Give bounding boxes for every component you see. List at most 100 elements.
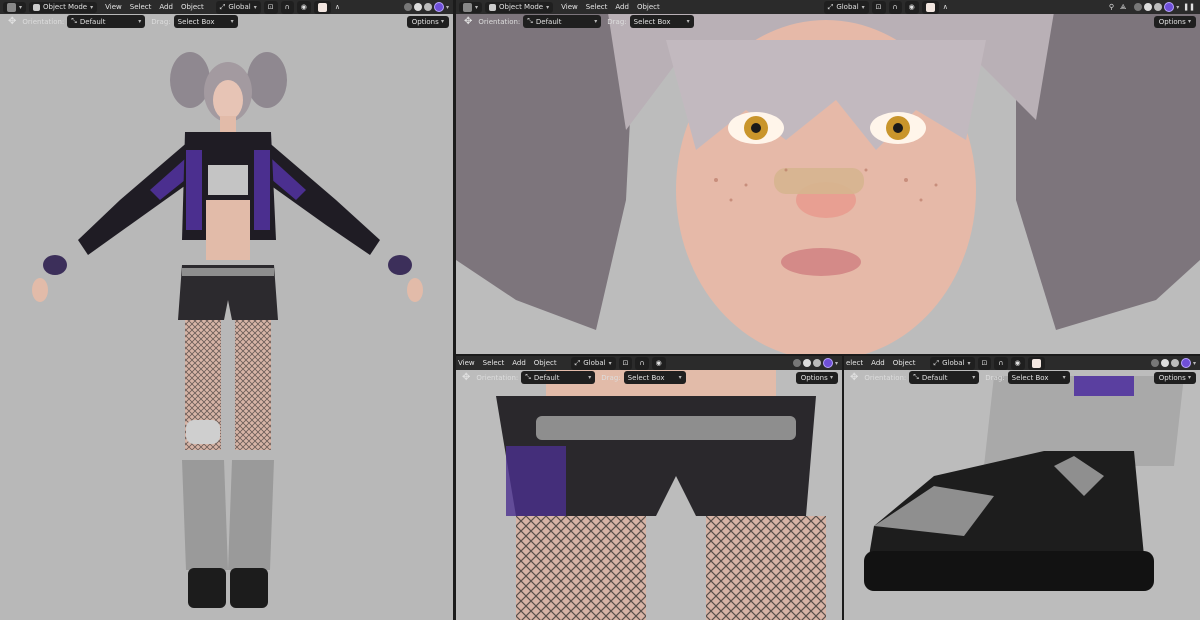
proportional-edit-button[interactable]: ◉ bbox=[651, 356, 666, 370]
pivot-icon: ⊡ bbox=[875, 3, 882, 11]
transform-icon: ⤢ bbox=[219, 2, 226, 11]
viewport-shading-solid-icon[interactable] bbox=[413, 3, 422, 11]
menu-select[interactable]: Select bbox=[130, 3, 152, 11]
move-tool-icon[interactable]: ✥ bbox=[462, 372, 470, 383]
menu-object[interactable]: Object bbox=[534, 359, 557, 367]
viewport-shading-solid-icon[interactable] bbox=[1144, 3, 1153, 11]
viewport-shading-rendered-icon[interactable] bbox=[822, 358, 833, 368]
proportional-edit-icon: ◉ bbox=[300, 3, 307, 11]
chevron-down-icon[interactable]: ▾ bbox=[446, 4, 449, 11]
snap-button[interactable]: ∩ bbox=[280, 0, 294, 14]
drag-label: Drag: bbox=[607, 17, 627, 26]
options-dropdown[interactable]: Options ▾ bbox=[795, 371, 838, 384]
menu-view[interactable]: View bbox=[458, 359, 475, 367]
transform-icon: ⤢ bbox=[933, 358, 940, 367]
menu-object[interactable]: Object bbox=[181, 3, 204, 11]
pause-icon[interactable]: ❚❚ bbox=[1183, 3, 1195, 11]
viewport-header: ▾ Object Mode ▾ View Select Add Object ⤢ G… bbox=[0, 0, 453, 14]
mode-dropdown[interactable]: Object Mode ▾ bbox=[29, 1, 98, 13]
options-dropdown[interactable]: Options ▾ bbox=[406, 15, 449, 28]
character-full-body-render bbox=[0, 0, 453, 620]
gizmo-icon[interactable]: ⚲ bbox=[1109, 3, 1114, 11]
viewport-shading-solid-icon[interactable] bbox=[1160, 359, 1169, 367]
viewport-shading-wire-icon[interactable] bbox=[1134, 3, 1143, 11]
transform-orientation-dropdown[interactable]: ⤢ Global ▾ bbox=[215, 0, 261, 14]
viewport-shading-rendered-icon[interactable] bbox=[1164, 2, 1175, 12]
mode-label: Object Mode bbox=[499, 3, 544, 11]
move-tool-icon[interactable]: ✥ bbox=[850, 372, 858, 383]
options-dropdown[interactable]: Options ▾ bbox=[1153, 15, 1196, 28]
falloff-icon[interactable]: ∧ bbox=[943, 3, 948, 11]
viewport-shading-material-icon[interactable] bbox=[1170, 359, 1179, 367]
mode-dropdown[interactable]: Object Mode ▾ bbox=[485, 1, 554, 13]
orientation-dropdown[interactable]: ⤡ Default ▾ bbox=[67, 15, 146, 28]
pivot-button[interactable]: ⊡ bbox=[618, 356, 633, 370]
viewport-face-closeup[interactable]: ▾ Object Mode ▾ View Select Add Object ⤢ G… bbox=[456, 0, 1200, 354]
proportional-edit-button[interactable]: ◉ bbox=[1010, 356, 1025, 370]
transform-icon: ⤢ bbox=[827, 2, 834, 11]
pivot-button[interactable]: ⊡ bbox=[977, 356, 992, 370]
proportional-edit-button[interactable]: ◉ bbox=[296, 0, 311, 14]
drag-dropdown[interactable]: Select Box ▾ bbox=[623, 371, 686, 384]
chevron-down-icon: ▾ bbox=[1187, 18, 1191, 25]
drag-dropdown[interactable]: Select Box ▾ bbox=[1007, 371, 1070, 384]
proportional-edit-button[interactable]: ◉ bbox=[904, 0, 919, 14]
move-tool-icon[interactable]: ✥ bbox=[464, 16, 472, 27]
pivot-button[interactable]: ⊡ bbox=[871, 0, 886, 14]
menu-view[interactable]: View bbox=[105, 3, 122, 11]
chevron-down-icon[interactable]: ▾ bbox=[835, 360, 838, 367]
falloff-icon[interactable]: ∧ bbox=[335, 3, 340, 11]
menu-select[interactable]: elect bbox=[846, 359, 863, 367]
viewport-full-body[interactable]: ▾ Object Mode ▾ View Select Add Object ⤢ G… bbox=[0, 0, 453, 620]
snap-button[interactable]: ∩ bbox=[635, 356, 649, 370]
menu-select[interactable]: Select bbox=[586, 3, 608, 11]
snap-button[interactable]: ∩ bbox=[888, 0, 902, 14]
transform-orientation-dropdown[interactable]: ⤢ Global ▾ bbox=[570, 356, 616, 370]
color-swatch-button[interactable] bbox=[1027, 356, 1045, 370]
viewport-shading-rendered-icon[interactable] bbox=[433, 2, 444, 12]
viewport-shading-rendered-icon[interactable] bbox=[1180, 358, 1191, 368]
chevron-down-icon[interactable]: ▾ bbox=[1176, 4, 1179, 11]
menu-add[interactable]: Add bbox=[871, 359, 885, 367]
drag-dropdown[interactable]: Select Box ▾ bbox=[629, 15, 694, 28]
drag-label: Drag: bbox=[151, 17, 171, 26]
editor-type-button[interactable]: ▾ bbox=[3, 1, 27, 13]
drag-dropdown[interactable]: Select Box ▾ bbox=[173, 15, 238, 28]
menu-add[interactable]: Add bbox=[512, 359, 526, 367]
viewport-boot-closeup[interactable]: elect Add Object ⤢ Global ▾ ⊡ ∩ ◉ ▾ ✥ Orie… bbox=[844, 356, 1200, 620]
viewport-shading-wire-icon[interactable] bbox=[792, 359, 801, 367]
viewport-shading-solid-icon[interactable] bbox=[802, 359, 811, 367]
viewport-shading-material-icon[interactable] bbox=[423, 3, 432, 11]
editor-type-button[interactable]: ▾ bbox=[459, 1, 483, 13]
orientation-dropdown[interactable]: ⤡ Default ▾ bbox=[909, 371, 980, 384]
chevron-down-icon[interactable]: ▾ bbox=[1193, 360, 1196, 367]
orientation-dropdown[interactable]: ⤡ Default ▾ bbox=[523, 15, 602, 28]
overlays-icon[interactable]: ⟁ bbox=[1120, 3, 1126, 12]
viewport-shorts-closeup[interactable]: View Select Add Object ⤢ Global ▾ ⊡ ∩ ◉ ▾ … bbox=[456, 356, 842, 620]
pivot-button[interactable]: ⊡ bbox=[263, 0, 278, 14]
menu-view[interactable]: View bbox=[561, 3, 578, 11]
snap-button[interactable]: ∩ bbox=[994, 356, 1008, 370]
color-swatch-button[interactable] bbox=[313, 0, 331, 14]
orientation-label: Orientation: bbox=[478, 17, 521, 26]
color-swatch-button[interactable] bbox=[921, 0, 939, 14]
orientation-icon: ⤡ bbox=[525, 373, 531, 381]
tool-settings-bar: ✥ Orientation: ⤡ Default ▾ Drag: Select Bo… bbox=[844, 370, 1200, 385]
menu-add[interactable]: Add bbox=[615, 3, 629, 11]
menu-object[interactable]: Object bbox=[637, 3, 660, 11]
transform-orientation-dropdown[interactable]: ⤢ Global ▾ bbox=[823, 0, 869, 14]
move-tool-icon[interactable]: ✥ bbox=[8, 16, 16, 27]
viewport-shading-wire-icon[interactable] bbox=[1150, 359, 1159, 367]
options-dropdown[interactable]: Options ▾ bbox=[1153, 371, 1196, 384]
transform-orientation-dropdown[interactable]: ⤢ Global ▾ bbox=[929, 356, 975, 370]
chevron-down-icon: ▾ bbox=[967, 359, 971, 367]
orientation-dropdown[interactable]: ⤡ Default ▾ bbox=[521, 371, 596, 384]
menu-object[interactable]: Object bbox=[893, 359, 916, 367]
viewport-shading-wire-icon[interactable] bbox=[403, 3, 412, 11]
viewport-shading-material-icon[interactable] bbox=[812, 359, 821, 367]
menu-add[interactable]: Add bbox=[159, 3, 173, 11]
viewport-shading-material-icon[interactable] bbox=[1154, 3, 1163, 11]
menu-select[interactable]: Select bbox=[483, 359, 505, 367]
object-mode-icon bbox=[489, 3, 497, 11]
snap-icon: ∩ bbox=[639, 359, 645, 367]
